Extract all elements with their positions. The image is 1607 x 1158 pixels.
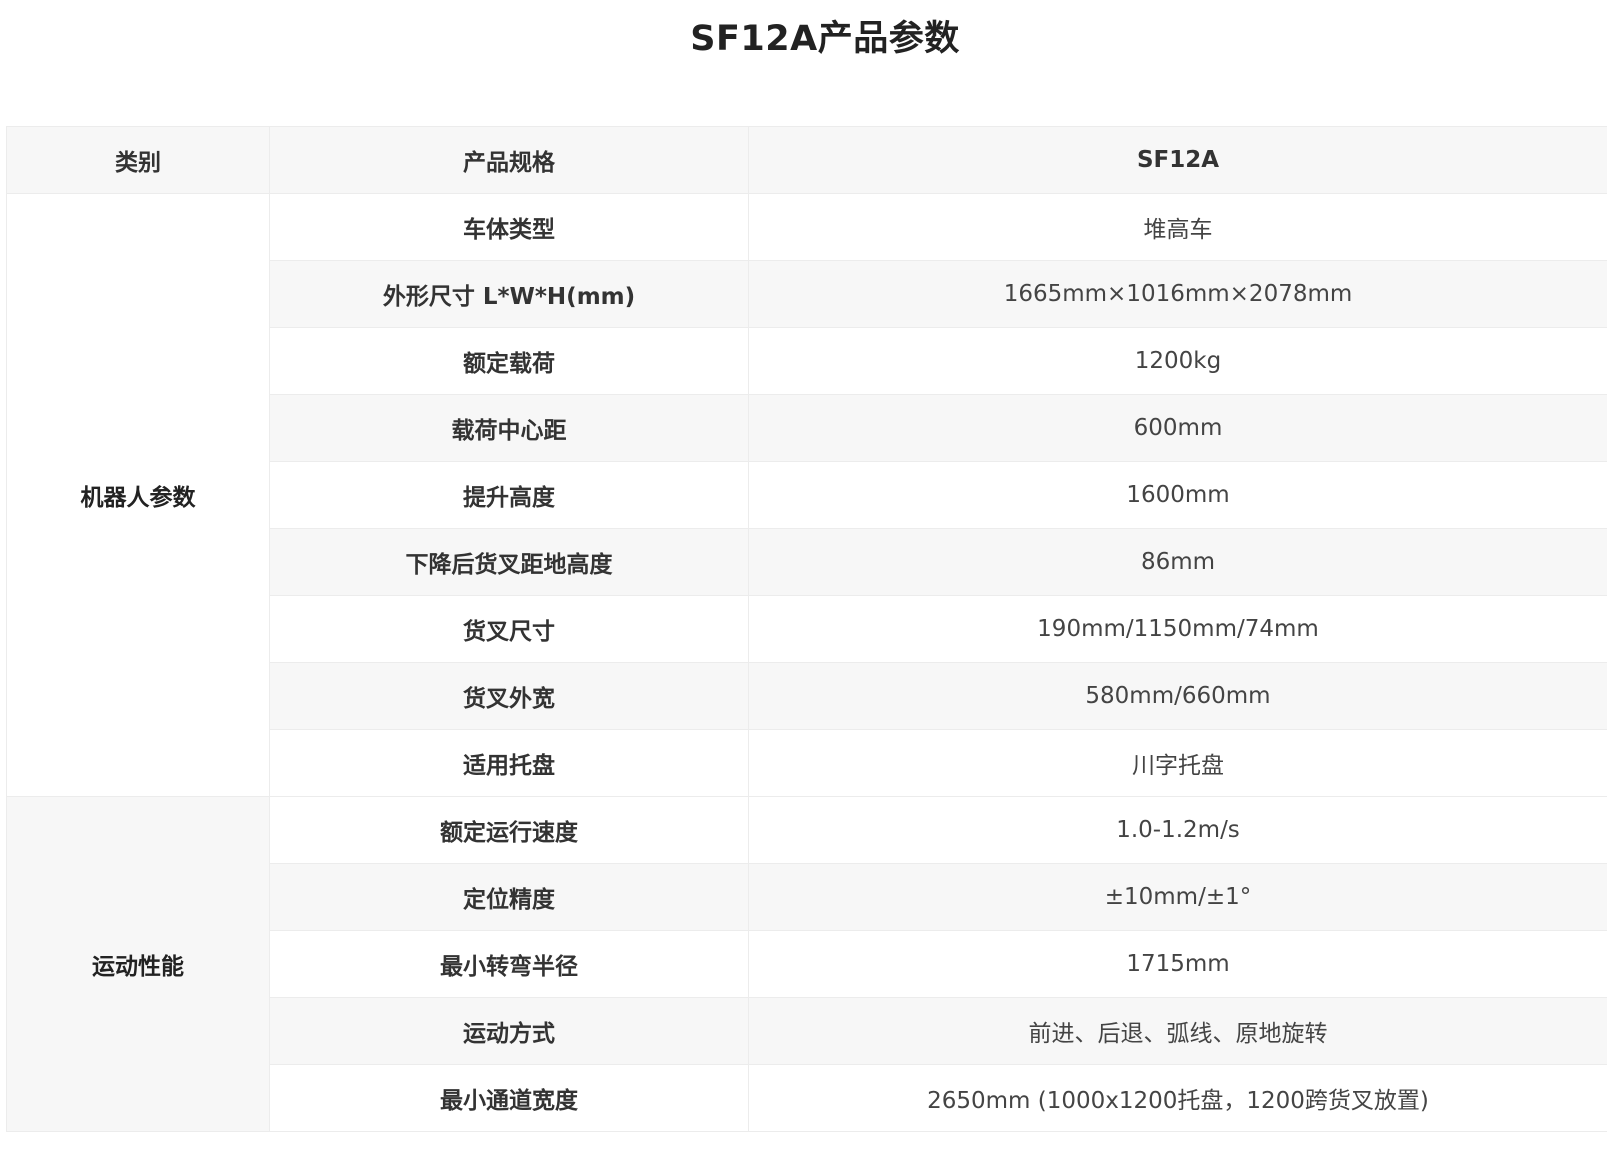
spec-value: 1665mm×1016mm×2078mm	[748, 260, 1607, 328]
page-title: SF12A产品参数	[690, 19, 960, 59]
category-motion-performance: 运动性能	[6, 796, 270, 1132]
spec-value: 1600mm	[748, 461, 1607, 529]
spec-name: 货叉外宽	[269, 662, 749, 730]
header-spec: 产品规格	[269, 126, 749, 194]
spec-value: 川字托盘	[748, 729, 1607, 797]
spec-name: 下降后货叉距地高度	[269, 528, 749, 596]
header-category: 类别	[6, 126, 270, 194]
spec-name: 提升高度	[269, 461, 749, 529]
spec-name: 货叉尺寸	[269, 595, 749, 663]
table-header-row: 类别 产品规格 SF12A	[6, 126, 1607, 194]
spec-value: 前进、后退、弧线、原地旋转	[748, 997, 1607, 1065]
spec-name: 适用托盘	[269, 729, 749, 797]
spec-name: 最小通道宽度	[269, 1064, 749, 1132]
spec-name: 运动方式	[269, 997, 749, 1065]
spec-value: 1.0-1.2m/s	[748, 796, 1607, 864]
spec-value: 580mm/660mm	[748, 662, 1607, 730]
table-row: 运动性能 额定运行速度 1.0-1.2m/s	[6, 796, 1607, 1132]
spec-value: ±10mm/±1°	[748, 863, 1607, 931]
spec-value: 2650mm (1000x1200托盘，1200跨货叉放置)	[748, 1064, 1607, 1132]
spec-name: 最小转弯半径	[269, 930, 749, 998]
spec-name: 额定载荷	[269, 327, 749, 395]
spec-name: 额定运行速度	[269, 796, 749, 864]
spec-name: 外形尺寸 L*W*H(mm)	[269, 260, 749, 328]
table-row: 机器人参数 车体类型 堆高车	[6, 193, 1607, 797]
spec-value: 1715mm	[748, 930, 1607, 998]
spec-table: 类别 产品规格 SF12A 机器人参数 车体类型 堆高车 外形尺寸 L*W*H(…	[6, 126, 1607, 1132]
category-robot-params: 机器人参数	[6, 193, 270, 797]
spec-value: 1200kg	[748, 327, 1607, 395]
spec-value: 600mm	[748, 394, 1607, 462]
spec-name: 定位精度	[269, 863, 749, 931]
spec-value: 190mm/1150mm/74mm	[748, 595, 1607, 663]
header-model: SF12A	[748, 126, 1607, 194]
spec-name: 车体类型	[269, 193, 749, 261]
spec-value: 堆高车	[748, 193, 1607, 261]
spec-name: 载荷中心距	[269, 394, 749, 462]
spec-value: 86mm	[748, 528, 1607, 596]
